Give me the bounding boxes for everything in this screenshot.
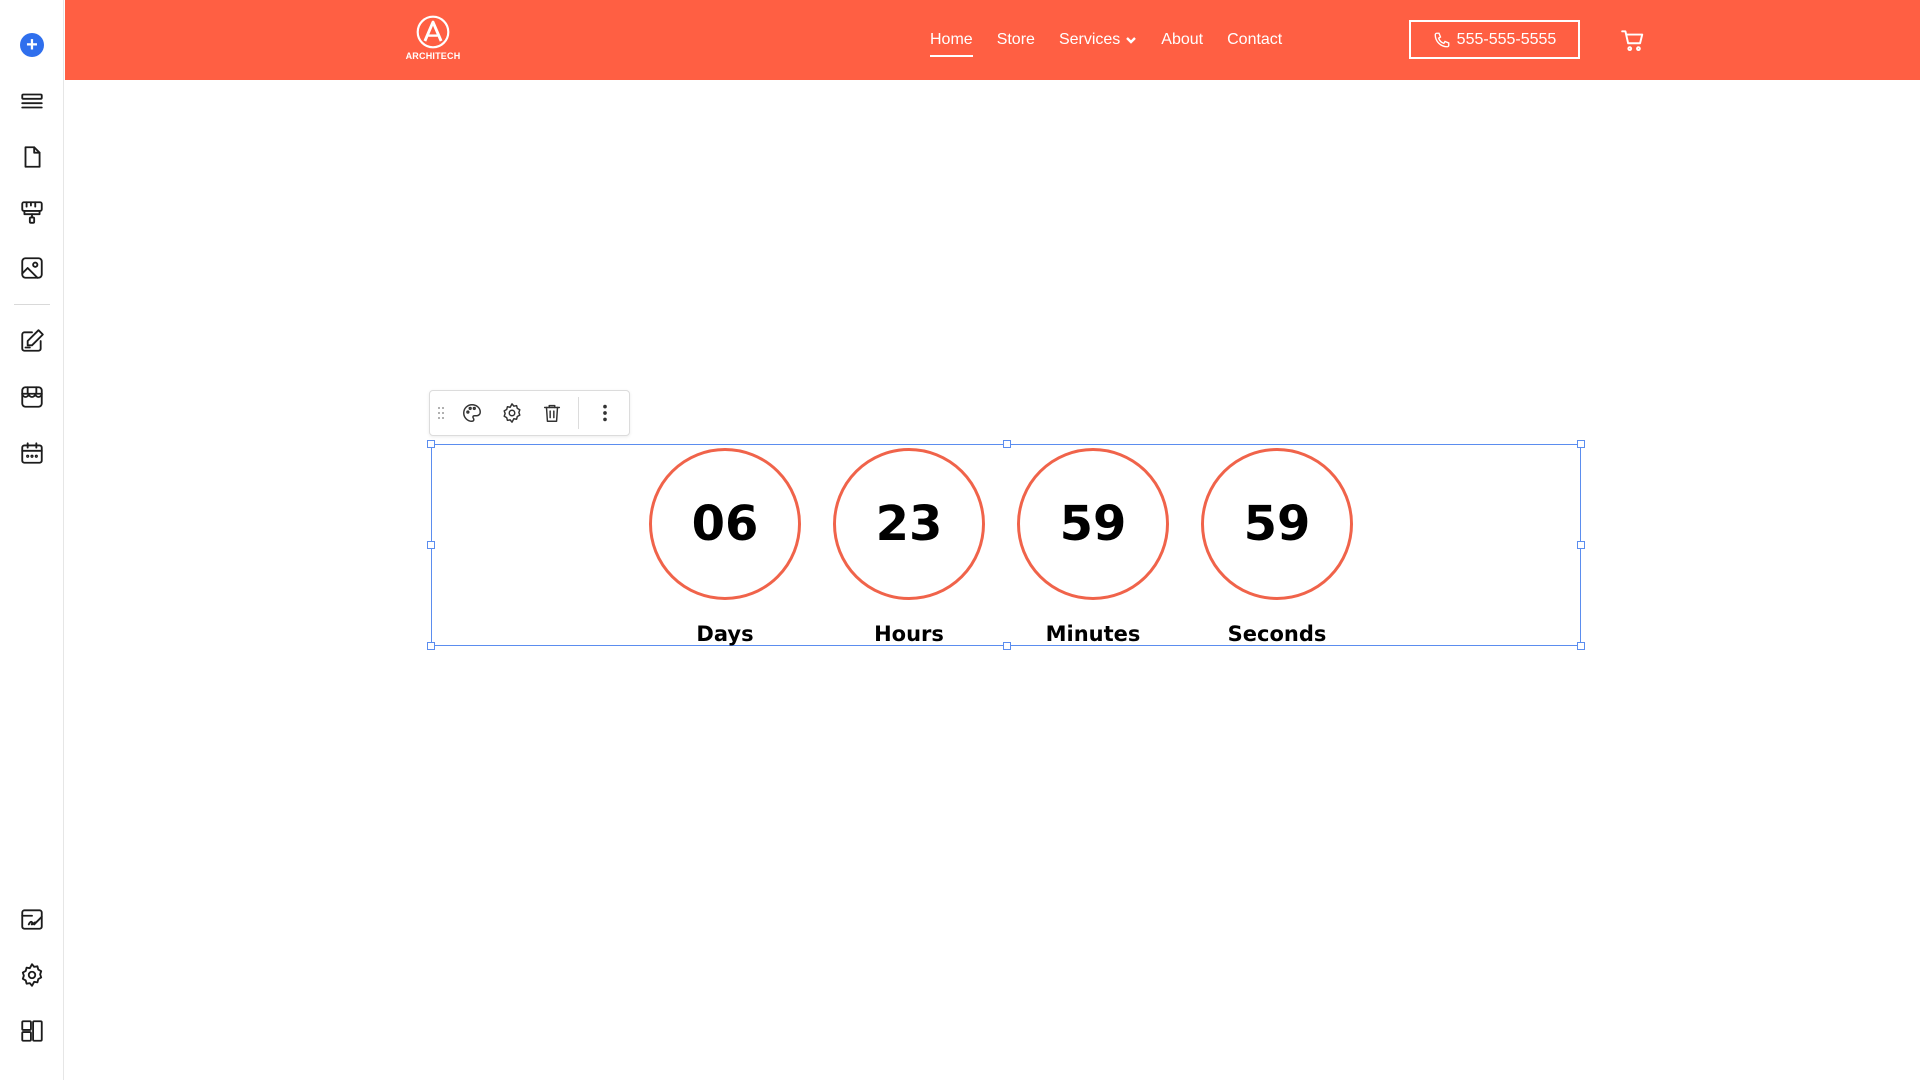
countdown-block-selection[interactable] — [427, 440, 1585, 650]
nav-services[interactable]: Services — [1059, 31, 1137, 49]
resize-handle-bottom[interactable] — [1003, 642, 1011, 650]
cart-button[interactable] — [1620, 27, 1646, 53]
phone-number: 555-555-5555 — [1456, 30, 1557, 48]
theme-button[interactable] — [12, 192, 52, 232]
countdown-minutes-label: Minutes — [1045, 622, 1141, 646]
countdown-days: 06 Days — [649, 448, 801, 646]
countdown-days-value: 06 — [649, 448, 801, 600]
nav-about[interactable]: About — [1161, 31, 1203, 49]
paint-roller-icon — [21, 201, 43, 224]
add-icon: + — [20, 33, 44, 57]
site-edit-button[interactable] — [12, 899, 52, 939]
sections-icon — [21, 93, 43, 109]
nav-contact-label: Contact — [1227, 31, 1283, 48]
dashboard-button[interactable] — [12, 1011, 52, 1051]
delete-block-button[interactable] — [532, 393, 572, 433]
resize-handle-top[interactable] — [1003, 440, 1011, 448]
resize-handle-top-left[interactable] — [427, 440, 435, 448]
settings-icon — [21, 963, 43, 987]
sections-button[interactable] — [12, 81, 52, 121]
countdown-seconds-label: Seconds — [1227, 622, 1327, 646]
nav-home-label: Home — [930, 31, 973, 48]
countdown-hours: 23 Hours — [833, 448, 985, 646]
phone-icon — [1434, 32, 1450, 47]
media-button[interactable] — [12, 248, 52, 288]
site-header: ARCHITECH Home Store Services About Cont… — [65, 0, 1920, 80]
add-element-button[interactable]: + — [12, 25, 52, 65]
store-icon — [21, 386, 43, 408]
nav-services-label: Services — [1058, 31, 1121, 48]
countdown-seconds-value: 59 — [1201, 448, 1353, 600]
media-icon — [21, 257, 43, 279]
cart-icon — [1621, 30, 1644, 52]
resize-handle-left[interactable] — [427, 541, 435, 549]
blog-edit-icon — [21, 329, 44, 352]
toolbar-divider — [578, 397, 579, 429]
chevron-down-icon — [1126, 37, 1137, 44]
phone-button[interactable]: 555-555-5555 — [1409, 20, 1580, 59]
blog-button[interactable] — [12, 321, 52, 361]
nav-store-label: Store — [996, 31, 1035, 48]
more-vertical-icon — [603, 404, 607, 422]
drag-handle[interactable] — [430, 406, 452, 420]
editor-sidebar: + — [0, 0, 64, 1080]
sidebar-divider — [14, 304, 50, 305]
countdown-seconds: 59 Seconds — [1201, 448, 1353, 646]
countdown-hours-value: 23 — [833, 448, 985, 600]
dashboard-icon — [21, 1020, 43, 1042]
nav-store[interactable]: Store — [997, 31, 1035, 49]
store-button[interactable] — [12, 377, 52, 417]
pages-icon — [24, 146, 41, 168]
nav-home[interactable]: Home — [930, 31, 973, 57]
logo-icon — [416, 15, 450, 49]
resize-handle-right[interactable] — [1577, 541, 1585, 549]
settings-button[interactable] — [12, 955, 52, 995]
more-options-button[interactable] — [585, 393, 625, 433]
site-edit-icon — [21, 909, 43, 930]
resize-handle-bottom-right[interactable] — [1577, 642, 1585, 650]
block-settings-button[interactable] — [492, 393, 532, 433]
trash-icon — [543, 404, 561, 422]
pages-button[interactable] — [12, 137, 52, 177]
design-button[interactable] — [452, 393, 492, 433]
nav-about-label: About — [1161, 31, 1204, 48]
countdown-minutes-value: 59 — [1017, 448, 1169, 600]
resize-handle-bottom-left[interactable] — [427, 642, 435, 650]
calendar-button[interactable] — [12, 433, 52, 473]
calendar-icon — [21, 442, 43, 464]
resize-handle-top-right[interactable] — [1577, 440, 1585, 448]
nav-contact[interactable]: Contact — [1227, 31, 1282, 49]
countdown-minutes: 59 Minutes — [1017, 448, 1169, 646]
gear-icon — [503, 403, 521, 423]
palette-icon — [463, 404, 481, 422]
countdown-days-label: Days — [696, 622, 754, 646]
main-nav: Home Store Services About Contact — [930, 0, 1306, 80]
drag-handle-icon — [438, 407, 444, 419]
site-logo[interactable]: ARCHITECH — [402, 14, 464, 68]
logo-text: ARCHITECH — [405, 51, 461, 61]
countdown-hours-label: Hours — [874, 622, 944, 646]
block-toolbar — [429, 390, 630, 436]
